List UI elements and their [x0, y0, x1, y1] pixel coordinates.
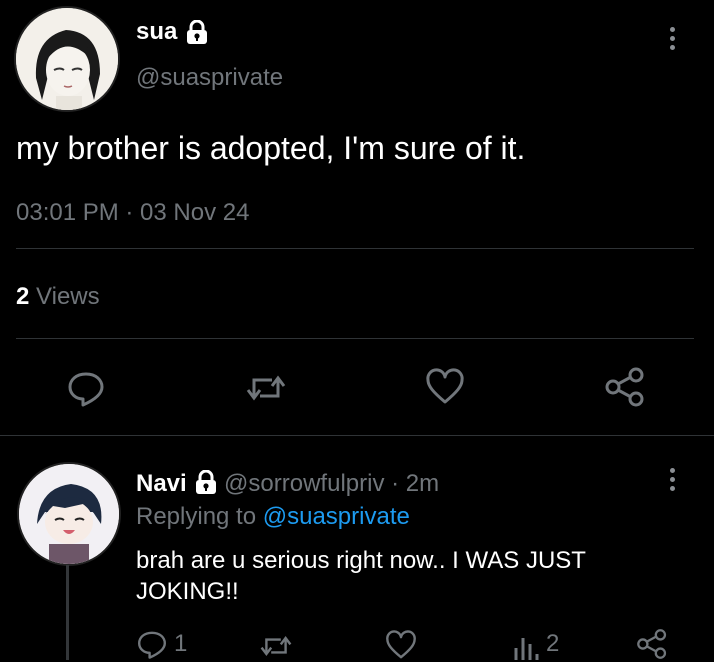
views-count: 2	[16, 283, 30, 310]
share-icon[interactable]	[636, 628, 668, 660]
tweet-timestamp[interactable]: 03:01 PM · 03 Nov 24	[16, 199, 249, 227]
replying-prefix: Replying to	[136, 503, 257, 530]
tweet-handle[interactable]: @suasprivate	[136, 64, 283, 92]
divider	[16, 248, 694, 249]
lock-icon	[195, 469, 217, 494]
replying-to-link[interactable]: @suasprivate	[263, 503, 410, 530]
more-vertical-icon[interactable]	[670, 468, 676, 495]
heart-icon[interactable]	[425, 368, 465, 408]
views-label: Views	[36, 283, 100, 310]
avatar-illustration	[19, 464, 119, 564]
reply-count: 1	[174, 630, 188, 657]
reply-icon[interactable]	[66, 368, 106, 408]
reply-author-row: Navi @sorrowfulpriv · 2m	[136, 469, 440, 498]
reply-display-name[interactable]: Navi	[136, 470, 187, 497]
thread-line	[66, 565, 69, 660]
tweet-text: my brother is adopted, I'm sure of it.	[16, 130, 526, 166]
share-icon[interactable]	[604, 366, 646, 408]
heart-icon[interactable]	[385, 630, 417, 662]
reply-handle[interactable]: @sorrowfulpriv	[224, 470, 384, 497]
tweet-author-row: sua	[136, 18, 208, 48]
divider	[0, 435, 714, 436]
reply-icon	[136, 628, 168, 660]
avatar-navi[interactable]	[17, 462, 121, 566]
more-vertical-icon[interactable]	[670, 27, 676, 54]
avatar-illustration	[16, 8, 118, 110]
reply-time: · 2m	[391, 470, 440, 497]
reply-text: brah are u serious right now.. I WAS JUS…	[136, 547, 586, 605]
retweet-icon[interactable]	[244, 368, 288, 408]
replying-to: Replying to @suasprivate	[136, 503, 410, 531]
reply-reply-button[interactable]: 1	[136, 628, 187, 660]
reply-views-count: 2	[546, 630, 560, 657]
avatar-sua[interactable]	[14, 6, 120, 112]
display-name[interactable]: sua	[136, 18, 177, 45]
views-row[interactable]: 2 Views	[16, 283, 100, 311]
reply-views-button[interactable]: 2	[512, 628, 559, 660]
retweet-icon[interactable]	[258, 630, 294, 662]
divider	[16, 338, 694, 339]
views-icon	[512, 628, 540, 660]
lock-icon	[186, 19, 208, 44]
